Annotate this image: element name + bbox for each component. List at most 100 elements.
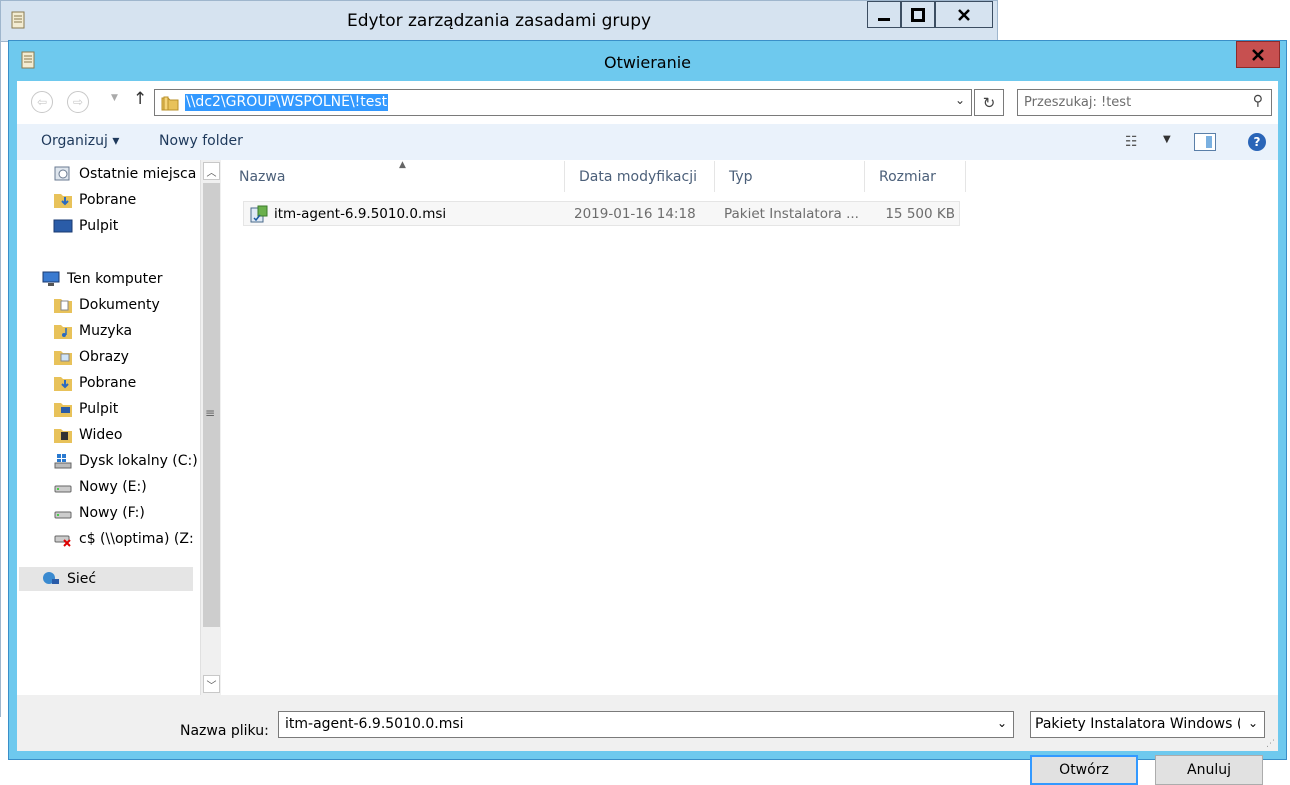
close-icon	[958, 8, 970, 21]
search-icon: ⚲	[1252, 93, 1263, 109]
resize-grip-icon[interactable]: ⋰	[1266, 739, 1275, 749]
nav-item-label: Ostatnie miejsca	[79, 166, 197, 182]
up-button[interactable]: ↑	[133, 89, 147, 109]
new-folder-button[interactable]: Nowy folder	[159, 133, 243, 149]
refresh-icon: ↻	[982, 93, 996, 112]
minimize-button[interactable]	[867, 1, 901, 28]
nav-item-local-disk-c[interactable]: Dysk lokalny (C:)	[53, 449, 198, 473]
nav-item-desktop-pc[interactable]: Pulpit	[53, 397, 118, 421]
navigation-pane: Ostatnie miejsca Pobrane Pulpit Ten komp…	[17, 160, 222, 695]
computer-icon	[42, 271, 60, 286]
filename-input[interactable]	[283, 715, 983, 733]
forward-arrow-icon: ⇨	[72, 95, 84, 109]
cancel-button[interactable]: Anuluj	[1155, 755, 1263, 785]
scrollbar-thumb[interactable]	[203, 183, 220, 627]
nav-item-documents[interactable]: Dokumenty	[53, 293, 160, 317]
desktop-icon	[53, 219, 73, 233]
filename-combo[interactable]: ⌄	[278, 711, 1014, 738]
documents-folder-icon	[54, 299, 72, 313]
file-type: Pakiet Instalatora ...	[724, 206, 859, 222]
close-icon	[1252, 48, 1264, 61]
msi-installer-icon	[250, 205, 268, 223]
nav-item-this-pc[interactable]: Ten komputer	[41, 267, 163, 291]
maximize-button[interactable]	[901, 1, 935, 28]
help-icon[interactable]: ?	[1248, 133, 1266, 151]
maximize-icon	[911, 7, 925, 22]
preview-pane-icon[interactable]	[1194, 133, 1216, 151]
refresh-button[interactable]: ↻	[974, 89, 1004, 116]
recent-locations-dropdown[interactable]: ▼	[111, 93, 118, 103]
background-close-button[interactable]	[935, 1, 993, 28]
background-window-title: Edytor zarządzania zasadami grupy	[346, 11, 652, 31]
file-list: ▲ Nazwa Data modyfikacji Typ Rozmiar itm…	[225, 160, 1278, 695]
command-toolbar: Organizuj ▾ Nowy folder ☷ ▼ ?	[17, 124, 1278, 160]
pictures-folder-icon	[54, 351, 72, 365]
music-folder-icon	[54, 325, 72, 339]
nav-pane-scrollbar[interactable]: ︿ ≡ ﹀	[200, 160, 221, 695]
view-dropdown-icon[interactable]: ▼	[1163, 134, 1171, 145]
search-box[interactable]: ⚲	[1017, 89, 1272, 116]
minimize-icon	[878, 17, 890, 21]
scrollbar-grip-icon: ≡	[205, 406, 216, 420]
back-button[interactable]: ⇦	[31, 91, 53, 113]
cancel-button-label: Anuluj	[1187, 762, 1231, 778]
video-folder-icon	[54, 429, 72, 443]
file-name: itm-agent-6.9.5010.0.msi	[274, 206, 447, 222]
drive-icon	[54, 485, 72, 493]
nav-item-downloads-pc[interactable]: Pobrane	[53, 371, 136, 395]
nav-item-label: Pobrane	[79, 192, 137, 208]
nav-item-music[interactable]: Muzyka	[53, 319, 132, 343]
nav-item-desktop[interactable]: Pulpit	[53, 214, 118, 238]
nav-item-label: Obrazy	[79, 349, 129, 365]
nav-item-pictures[interactable]: Obrazy	[53, 345, 129, 369]
nav-item-network-drive-z[interactable]: c$ (\\optima) (Z:	[53, 527, 201, 551]
address-bar[interactable]: \\dc2\GROUP\WSPÓLNE\!test ⌄	[154, 89, 972, 116]
drive-icon	[54, 511, 72, 519]
column-header-size[interactable]: Rozmiar	[865, 161, 966, 192]
nav-item-drive-e[interactable]: Nowy (E:)	[53, 475, 147, 499]
nav-item-label: Nowy (E:)	[79, 479, 147, 495]
downloads-folder-icon	[54, 377, 72, 391]
nav-item-recent[interactable]: Ostatnie miejsca	[53, 162, 196, 186]
filetype-dropdown-icon[interactable]: ⌄	[1248, 716, 1258, 730]
nav-item-downloads[interactable]: Pobrane	[53, 188, 136, 212]
nav-item-label: Dokumenty	[79, 297, 160, 313]
search-input[interactable]	[1022, 92, 1232, 113]
downloads-folder-icon	[54, 194, 72, 208]
open-dialog: Otwieranie ⇦ ⇨ ▼ ↑ \\dc2\GROUP\WSPÓLNE\!…	[8, 40, 1287, 785]
scroll-down-icon[interactable]: ﹀	[203, 675, 220, 693]
view-options-icon[interactable]: ☷	[1125, 134, 1138, 150]
nav-item-label: Pulpit	[79, 218, 119, 234]
forward-button[interactable]: ⇨	[67, 91, 89, 113]
nav-item-label: c$ (\\optima) (Z:	[79, 531, 194, 547]
open-button-label: Otwórz	[1059, 762, 1109, 778]
nav-item-videos[interactable]: Wideo	[53, 423, 123, 447]
nav-item-label: Nowy (F:)	[79, 505, 145, 521]
recent-places-icon	[54, 166, 70, 181]
back-arrow-icon: ⇦	[36, 95, 48, 109]
column-header-date[interactable]: Data modyfikacji	[565, 161, 715, 192]
organize-button[interactable]: Organizuj ▾	[41, 133, 119, 149]
filetype-selected-value: Pakiety Instalatora Windows (*.	[1035, 716, 1240, 732]
up-arrow-icon: ↑	[133, 89, 148, 109]
nav-item-label: Wideo	[79, 427, 123, 443]
address-path[interactable]: \\dc2\GROUP\WSPÓLNE\!test	[185, 94, 389, 111]
dialog-title: Otwieranie	[603, 53, 692, 72]
nav-item-network[interactable]: Sieć	[19, 567, 193, 591]
column-header-type[interactable]: Typ	[715, 161, 865, 192]
scroll-up-icon[interactable]: ︿	[203, 162, 220, 180]
dialog-close-button[interactable]	[1236, 41, 1280, 68]
dialog-footer: Nazwa pliku: ⌄ Pakiety Instalatora Windo…	[17, 695, 1278, 785]
nav-item-label: Dysk lokalny (C:)	[79, 453, 198, 469]
column-header-name[interactable]: Nazwa	[225, 161, 565, 192]
file-date: 2019-01-16 14:18	[574, 206, 696, 222]
filename-label: Nazwa pliku:	[180, 723, 269, 739]
address-dropdown-icon[interactable]: ⌄	[955, 93, 965, 107]
filetype-select[interactable]: Pakiety Instalatora Windows (*. ⌄	[1030, 711, 1265, 738]
desktop-folder-icon	[54, 403, 72, 417]
nav-item-drive-f[interactable]: Nowy (F:)	[53, 501, 145, 525]
folder-icon	[161, 96, 179, 111]
filename-dropdown-icon[interactable]: ⌄	[997, 716, 1007, 730]
open-button[interactable]: Otwórz	[1030, 755, 1138, 785]
table-row[interactable]: itm-agent-6.9.5010.0.msi 2019-01-16 14:1…	[243, 201, 960, 226]
